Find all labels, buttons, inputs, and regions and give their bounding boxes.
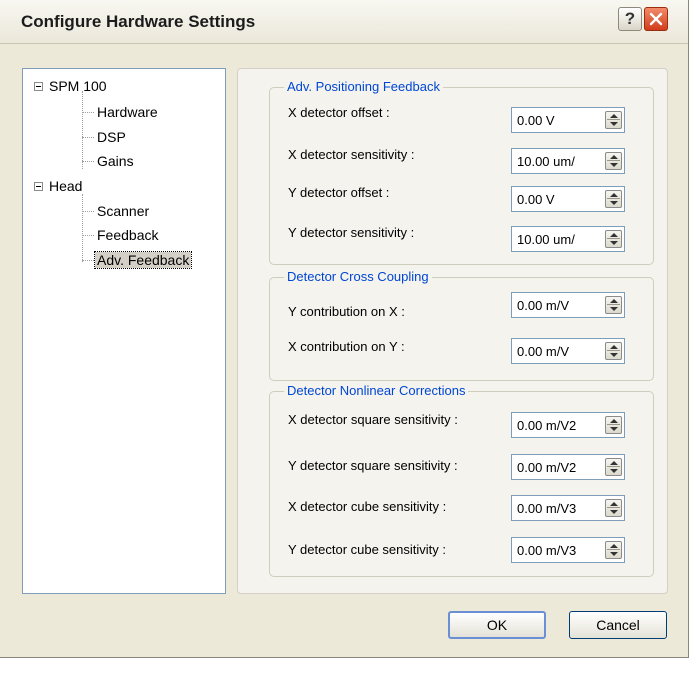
settings-tree[interactable]: SPM 100 Hardware DSP Gains Head Scanner … [22,68,226,594]
spinner-value: 0.00 m/V3 [517,501,577,516]
spinner-arrows-icon[interactable] [605,416,622,434]
detector-cross-coupling-group: Detector Cross Coupling Y contribution o… [269,269,654,381]
x-detector-cube-sensitivity-spinner[interactable]: 0.00 m/V3 [511,495,625,521]
spinner-value: 0.00 m/V3 [517,543,577,558]
tree-item-label: DSP [97,129,126,145]
spinner-value: 0.00 V [517,192,555,207]
group-title: Adv. Positioning Feedback [284,79,443,94]
tree-item-adv-feedback[interactable]: Adv. Feedback [93,250,193,270]
collapse-icon[interactable] [34,81,43,91]
adv-positioning-feedback-group: Adv. Positioning Feedback X detector off… [269,79,654,265]
tree-connector [82,211,94,212]
tree-item-label: Feedback [97,227,159,243]
spinner-arrows-icon[interactable] [605,111,622,129]
tree-item-head[interactable]: Head [34,176,82,196]
x-contribution-on-y-spinner[interactable]: 0.00 m/V [511,338,625,364]
detector-nonlinear-corrections-group: Detector Nonlinear Corrections X detecto… [269,383,654,577]
tree-item-label: Gains [97,153,134,169]
x-detector-square-sensitivity-spinner[interactable]: 0.00 m/V2 [511,412,625,438]
tree-item-label: Scanner [97,203,150,219]
x-detector-offset-label: X detector offset : [288,105,390,120]
spinner-arrows-icon[interactable] [605,152,622,170]
tree-item-scanner[interactable]: Scanner [97,201,149,221]
y-detector-offset-spinner[interactable]: 0.00 V [511,186,625,212]
y-detector-sensitivity-spinner[interactable]: 10.00 um/ [511,226,625,252]
spinner-arrows-icon[interactable] [605,541,622,559]
spinner-arrows-icon[interactable] [605,458,622,476]
y-detector-offset-label: Y detector offset : [288,185,390,200]
tree-connector [82,91,83,169]
x-detector-cube-sensitivity-label: X detector cube sensitivity : [288,499,447,514]
spinner-arrows-icon[interactable] [605,230,622,248]
y-contribution-on-x-spinner[interactable]: 0.00 m/V [511,292,625,318]
tree-item-label: Hardware [97,104,158,120]
tree-item-label: SPM 100 [49,78,107,94]
x-detector-sensitivity-label: X detector sensitivity : [288,147,415,162]
x-contribution-on-y-label: X contribution on Y : [288,339,405,354]
help-icon: ? [624,9,636,28]
tree-connector [82,260,94,261]
group-title: Detector Cross Coupling [284,269,432,284]
help-button[interactable]: ? [618,7,642,31]
spinner-value: 10.00 um/ [517,154,575,169]
tree-connector [82,112,94,113]
spinner-arrows-icon[interactable] [605,342,622,360]
title-bar[interactable]: Configure Hardware Settings ? [0,0,688,44]
ok-button[interactable]: OK [448,611,546,639]
spinner-value: 0.00 m/V [517,298,570,313]
close-icon [649,12,663,26]
spinner-value: 0.00 m/V2 [517,418,577,433]
tree-item-label: Head [49,178,83,194]
tree-item-label: Adv. Feedback [93,251,193,269]
y-detector-square-sensitivity-label: Y detector square sensitivity : [288,458,458,473]
dialog-title: Configure Hardware Settings [21,12,256,31]
spinner-value: 0.00 V [517,113,555,128]
tree-item-hardware[interactable]: Hardware [97,102,158,122]
spinner-arrows-icon[interactable] [605,296,622,314]
settings-panel: Adv. Positioning Feedback X detector off… [237,68,668,594]
spinner-arrows-icon[interactable] [605,499,622,517]
tree-item-gains[interactable]: Gains [97,151,134,171]
spinner-value: 0.00 m/V2 [517,460,577,475]
y-detector-cube-sensitivity-spinner[interactable]: 0.00 m/V3 [511,537,625,563]
tree-connector [82,235,94,236]
y-detector-square-sensitivity-spinner[interactable]: 0.00 m/V2 [511,454,625,480]
x-detector-sensitivity-spinner[interactable]: 10.00 um/ [511,148,625,174]
y-detector-sensitivity-label: Y detector sensitivity : [288,225,415,240]
spinner-value: 10.00 um/ [517,232,575,247]
collapse-icon[interactable] [34,181,43,191]
spinner-value: 0.00 m/V [517,344,570,359]
configure-hardware-dialog: Configure Hardware Settings ? SPM 100 Ha… [0,0,689,658]
close-button[interactable] [644,7,668,31]
tree-connector [82,137,94,138]
tree-item-feedback[interactable]: Feedback [97,225,158,245]
y-contribution-on-x-label: Y contribution on X : [288,304,405,319]
cancel-button[interactable]: Cancel [569,611,667,639]
group-title: Detector Nonlinear Corrections [284,383,469,398]
x-detector-square-sensitivity-label: X detector square sensitivity : [288,412,458,427]
x-detector-offset-spinner[interactable]: 0.00 V [511,107,625,133]
tree-item-dsp[interactable]: DSP [97,127,126,147]
spinner-arrows-icon[interactable] [605,190,622,208]
y-detector-cube-sensitivity-label: Y detector cube sensitivity : [288,542,447,557]
tree-connector [82,194,83,262]
tree-connector [82,161,94,162]
tree-item-spm-100[interactable]: SPM 100 [34,76,107,96]
